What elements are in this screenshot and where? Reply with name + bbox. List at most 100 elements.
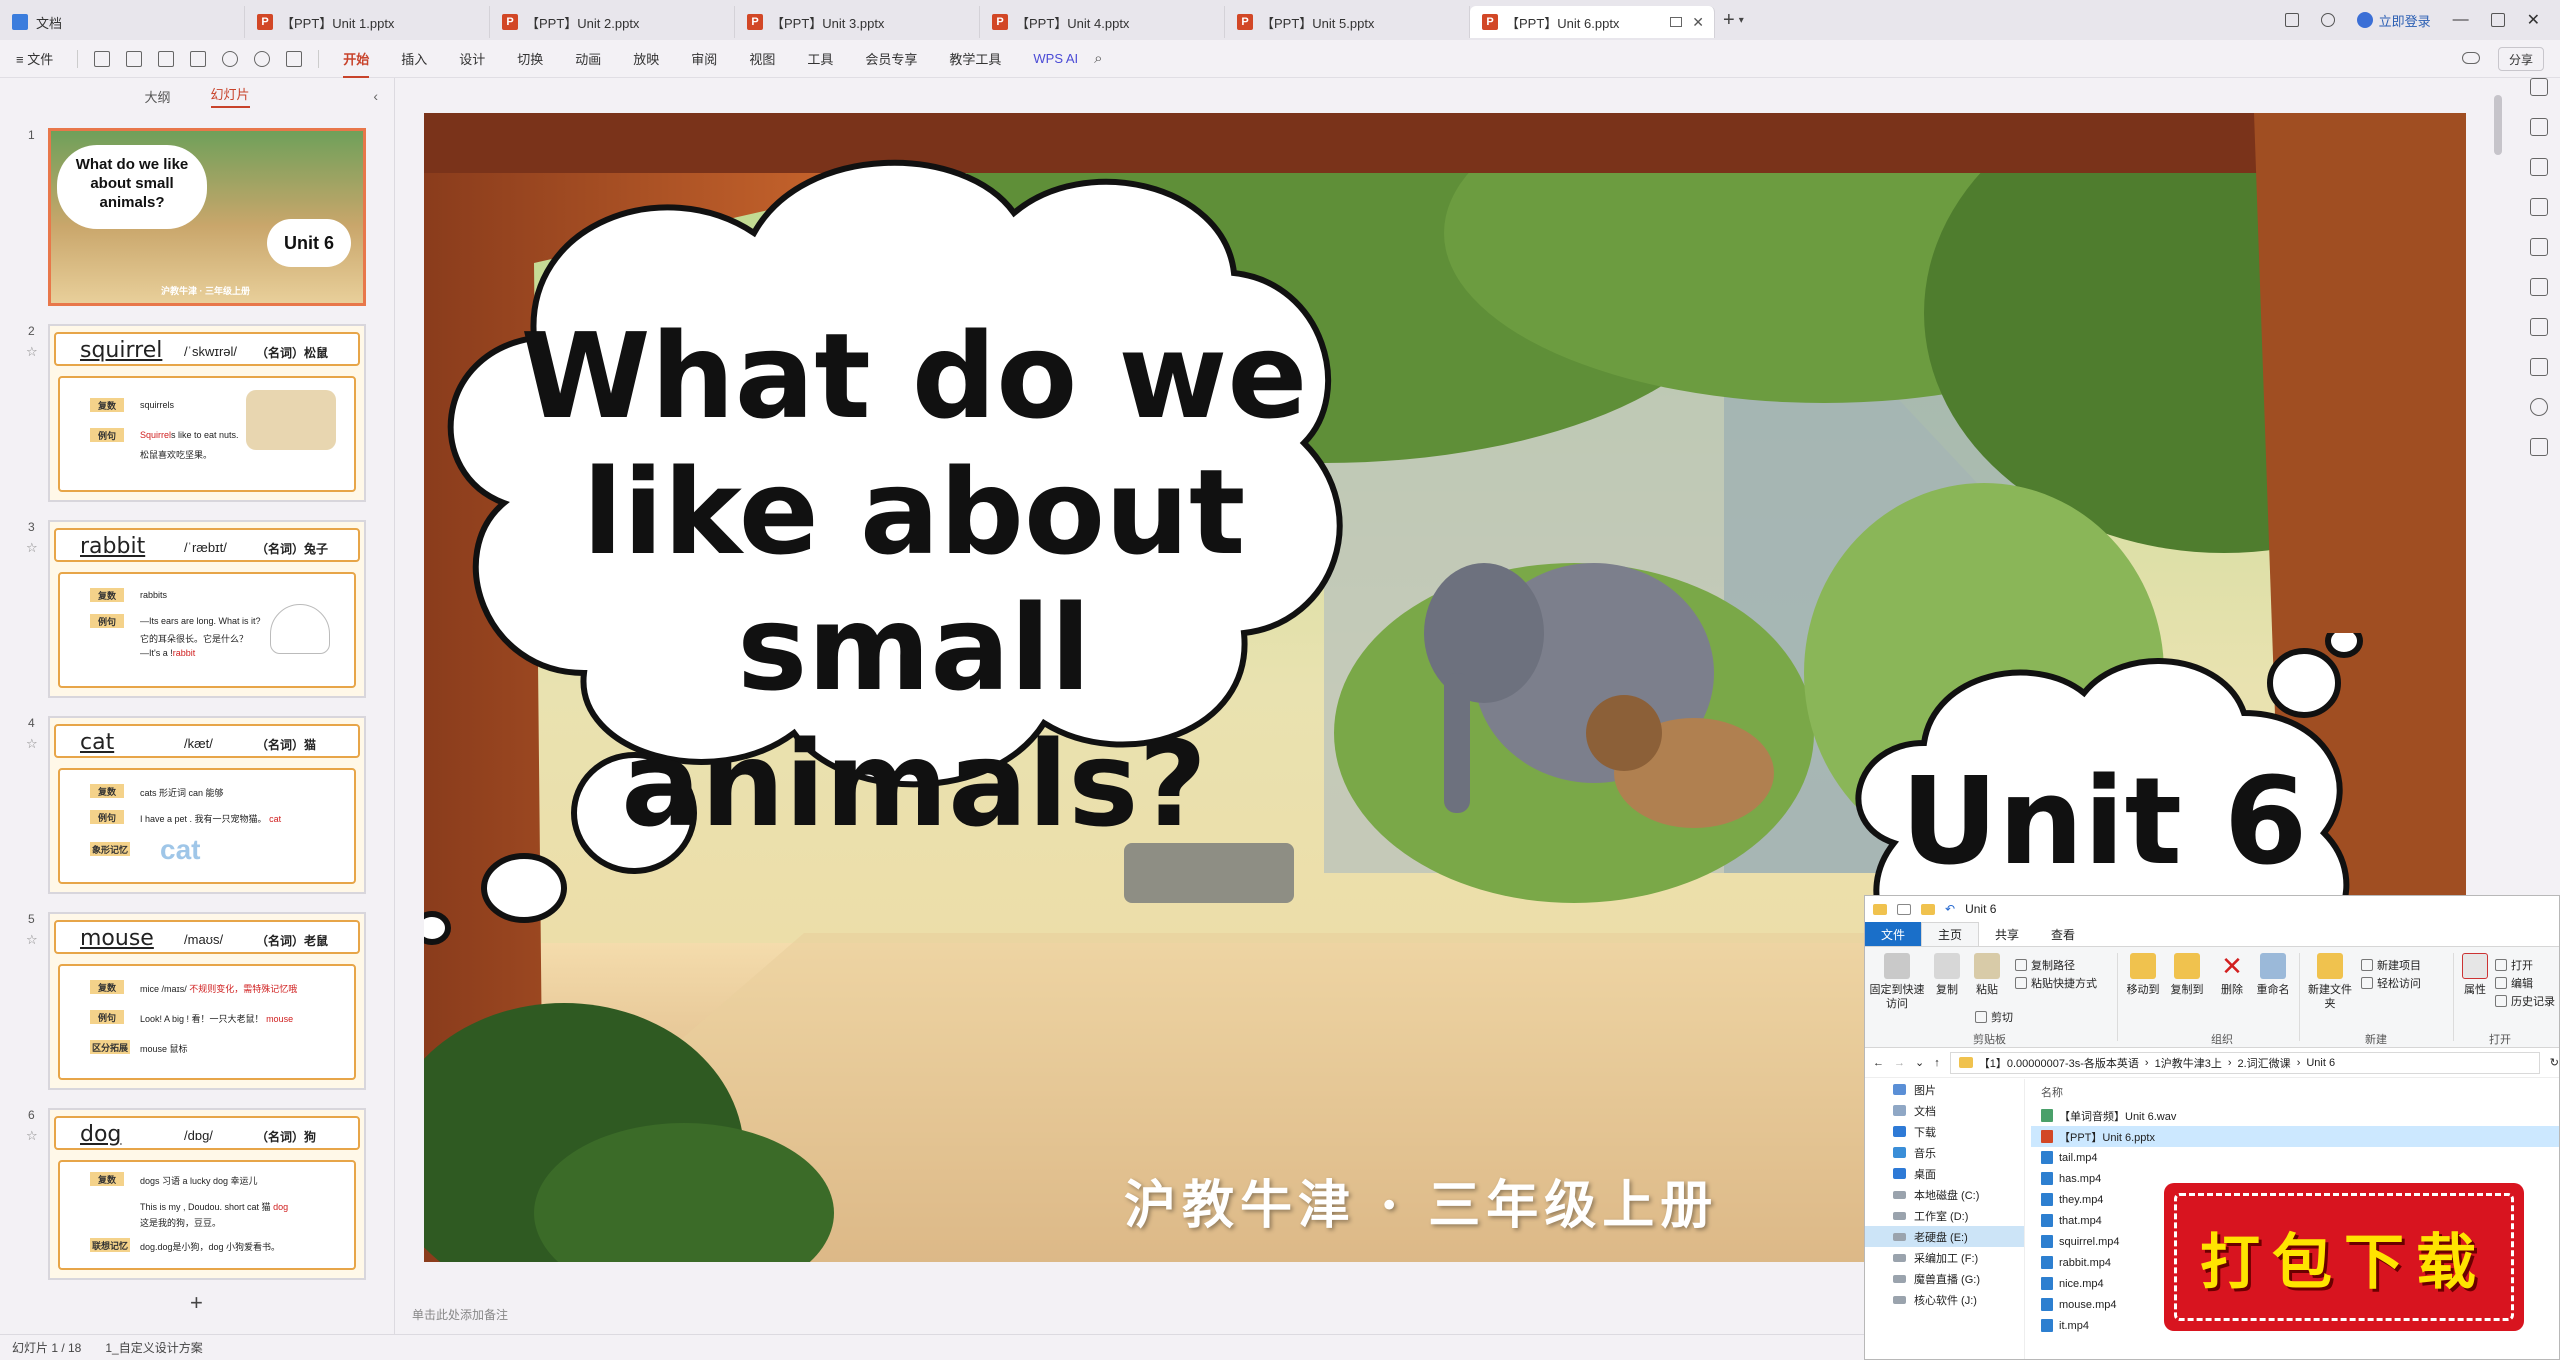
menu-tools[interactable]: 工具: [791, 49, 849, 68]
undo-icon[interactable]: ↶: [1945, 902, 1955, 916]
nav-drive-c[interactable]: 本地磁盘 (C:): [1865, 1184, 2024, 1205]
slide-thumbnail[interactable]: rabbit/ˈræbɪt/ （名词）兔子 复数 rabbits 例句 —Its ea…: [48, 520, 366, 698]
star-icon[interactable]: ☆: [26, 540, 38, 556]
collapse-panel-icon[interactable]: ‹: [373, 88, 378, 104]
add-slide-button[interactable]: +: [190, 1290, 203, 1316]
nav-drive-g[interactable]: 魔兽直播 (G:): [1865, 1268, 2024, 1289]
nav-music[interactable]: 音乐: [1865, 1142, 2024, 1163]
share-button[interactable]: 分享: [2497, 47, 2544, 71]
nav-drive-e[interactable]: 老硬盘 (E:): [1865, 1226, 2024, 1247]
menu-insert[interactable]: 插入: [385, 49, 443, 68]
star-icon[interactable]: ☆: [26, 932, 38, 948]
slide-thumbnail[interactable]: mouse/maʊs/ （名词）老鼠 复数 mice /maɪs/ 不规则变化，需特…: [48, 912, 366, 1090]
copy-button[interactable]: 复制: [1929, 953, 1965, 997]
cloud-sync-icon[interactable]: [2462, 52, 2480, 64]
slide-question[interactable]: What do we like about small animals?: [484, 308, 1344, 852]
chevron-down-icon[interactable]: ⌄: [1915, 1056, 1924, 1069]
tab-slides[interactable]: 幻灯片: [210, 84, 250, 108]
menu-animations[interactable]: 动画: [559, 49, 617, 68]
maximize-icon[interactable]: [2490, 13, 2505, 27]
copy-path-button[interactable]: 复制路径: [2015, 957, 2075, 973]
slide-thumbnail[interactable]: cat/kæt/ （名词）猫 复数 cats 形近词 can 能够 例句 I have…: [48, 716, 366, 894]
preview-icon[interactable]: [190, 50, 207, 67]
slide-subtitle[interactable]: 沪教牛津 · 三年级上册: [1124, 1163, 1718, 1238]
nav-drive-f[interactable]: 采编加工 (F:): [1865, 1247, 2024, 1268]
nav-drive-d[interactable]: 工作室 (D:): [1865, 1205, 2024, 1226]
menu-home[interactable]: 开始: [327, 49, 385, 78]
move-to-button[interactable]: 移动到: [2123, 953, 2163, 997]
tab-home[interactable]: 主页: [1921, 922, 1980, 946]
slide-thumbnail[interactable]: squirrel/ˈskwɪrəl/ （名词）松鼠 复数 squirrels 例句 S…: [48, 324, 366, 502]
file-row[interactable]: 【单词音频】Unit 6.wav: [2031, 1105, 2559, 1126]
checkbox-icon[interactable]: [1897, 903, 1911, 915]
close-window-icon[interactable]: ✕: [2527, 10, 2540, 30]
chevron-down-icon[interactable]: ▾: [1739, 15, 1744, 26]
tab-unit5[interactable]: P 【PPT】Unit 5.pptx: [1225, 6, 1470, 38]
minimize-icon[interactable]: —: [2453, 11, 2469, 29]
tab-unit1[interactable]: P 【PPT】Unit 1.pptx: [245, 6, 490, 38]
download-package-badge[interactable]: 打包下载: [2164, 1183, 2524, 1331]
rename-button[interactable]: 重命名: [2253, 953, 2293, 997]
delete-button[interactable]: ✕ 删除: [2215, 953, 2249, 997]
menu-member[interactable]: 会员专享: [849, 49, 933, 68]
menu-design[interactable]: 设计: [443, 49, 501, 68]
breadcrumb-item[interactable]: 【1】0.00000007-3s-各版本英语: [1979, 1055, 2139, 1071]
search-icon[interactable]: ⌕: [1094, 50, 1102, 67]
redo-icon[interactable]: [254, 50, 271, 67]
edit-button[interactable]: 编辑: [2495, 975, 2533, 991]
open-button[interactable]: 打开: [2495, 957, 2533, 973]
settings-icon[interactable]: [2530, 78, 2548, 96]
help-icon[interactable]: [2530, 398, 2548, 416]
folder-icon[interactable]: [1921, 903, 1935, 915]
breadcrumb-item[interactable]: Unit 6: [2306, 1057, 2335, 1069]
more-icon[interactable]: [2530, 438, 2548, 456]
tab-unit6[interactable]: P 【PPT】Unit 6.pptx ✕: [1470, 6, 1715, 38]
export-pdf-icon[interactable]: [126, 50, 143, 67]
tab-docs[interactable]: 文档: [0, 6, 245, 38]
properties-button[interactable]: 属性: [2459, 953, 2491, 997]
file-row[interactable]: 【PPT】Unit 6.pptx: [2031, 1126, 2559, 1147]
nav-pictures[interactable]: 图片: [1865, 1079, 2024, 1100]
menu-slideshow[interactable]: 放映: [617, 49, 675, 68]
animation-icon[interactable]: [2530, 238, 2548, 256]
print-icon[interactable]: [158, 50, 175, 67]
star-icon[interactable]: ☆: [26, 1128, 38, 1144]
star-icon[interactable]: [2530, 158, 2548, 176]
close-icon[interactable]: ✕: [1692, 14, 1704, 31]
file-menu[interactable]: ≡ 文件: [0, 49, 69, 68]
tab-unit4[interactable]: P 【PPT】Unit 4.pptx: [980, 6, 1225, 38]
login-button[interactable]: 立即登录: [2356, 11, 2431, 30]
nav-desktop[interactable]: 桌面: [1865, 1163, 2024, 1184]
notes-placeholder[interactable]: 单击此处添加备注: [412, 1306, 508, 1323]
nav-drive-j[interactable]: 核心软件 (J:): [1865, 1289, 2024, 1310]
pin-quick-access-button[interactable]: 固定到快速访问: [1869, 953, 1925, 1011]
bookmark-icon[interactable]: [2530, 318, 2548, 336]
back-arrow-icon[interactable]: ←: [1873, 1057, 1884, 1069]
window-pin-icon[interactable]: [1670, 17, 1682, 27]
breadcrumb-item[interactable]: 2.词汇微课: [2238, 1055, 2291, 1071]
tab-view[interactable]: 查看: [2035, 922, 2091, 946]
crop-icon[interactable]: [2530, 358, 2548, 376]
wps-ai-button[interactable]: WPS AI: [1017, 51, 1094, 66]
tab-outline[interactable]: 大纲: [144, 87, 170, 106]
save-icon[interactable]: [94, 50, 111, 67]
cut-button[interactable]: 剪切: [1975, 1009, 2013, 1025]
layout-icon[interactable]: [2530, 278, 2548, 296]
star-icon[interactable]: ☆: [26, 344, 38, 360]
paste-shortcut-button[interactable]: 粘贴快捷方式: [2015, 975, 2097, 991]
forward-arrow-icon[interactable]: →: [1894, 1057, 1905, 1069]
menu-teaching-tools[interactable]: 教学工具: [933, 49, 1017, 68]
breadcrumb-item[interactable]: 1沪教牛津3上: [2155, 1055, 2222, 1071]
design-icon[interactable]: [2530, 118, 2548, 136]
menu-review[interactable]: 审阅: [675, 49, 733, 68]
undo-icon[interactable]: [222, 50, 239, 67]
history-button[interactable]: 历史记录: [2495, 993, 2555, 1009]
star-icon[interactable]: ☆: [26, 736, 38, 752]
copy-to-button[interactable]: 复制到: [2167, 953, 2207, 997]
up-arrow-icon[interactable]: ↑: [1934, 1057, 1940, 1069]
easy-access-button[interactable]: 轻松访问: [2361, 975, 2421, 991]
slide-thumbnail[interactable]: What do we like about small animals? Uni…: [48, 128, 366, 306]
menu-transitions[interactable]: 切换: [501, 49, 559, 68]
format-painter-icon[interactable]: [286, 50, 303, 67]
new-folder-button[interactable]: 新建文件夹: [2305, 953, 2355, 1011]
